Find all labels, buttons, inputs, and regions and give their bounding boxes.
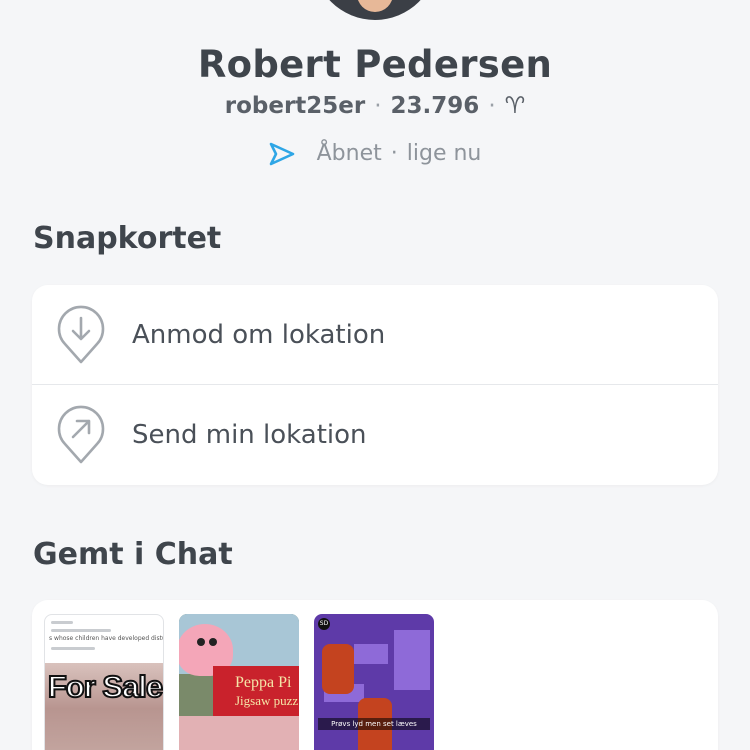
thumb-caption: For Sale (47, 668, 163, 705)
separator-dot: · (374, 93, 382, 119)
request-location-row[interactable]: Anmod om lokation (32, 285, 718, 385)
saved-thumb[interactable]: Peppa Pi Jigsaw puzz (179, 614, 299, 750)
saved-in-chat-title: Gemt i Chat (33, 537, 233, 572)
snap-score[interactable]: 23.796 (391, 93, 480, 119)
avatar[interactable] (313, 0, 437, 20)
saved-thumb[interactable]: s whose children have developed disturb … (44, 614, 164, 750)
snap-map-title: Snapkortet (33, 221, 222, 256)
username: robert25er (224, 93, 366, 119)
separator-dot: · (488, 93, 496, 119)
thumb-text-line: s whose children have developed disturb (49, 635, 163, 642)
profile-name: Robert Pedersen (197, 43, 553, 86)
zodiac-icon[interactable]: ♈ (505, 93, 526, 119)
saved-thumb[interactable]: SD Prøvs lyd men set læves (314, 614, 434, 750)
thumb-caption: Peppa Pi Jigsaw puzz (213, 666, 299, 716)
saved-in-chat-card: s whose children have developed disturb … (32, 600, 718, 750)
send-location-row[interactable]: Send min lokation (32, 385, 718, 485)
status-action: Åbnet (316, 141, 382, 166)
separator-dot: · (390, 141, 398, 166)
send-arrow-icon (269, 142, 294, 165)
thumb-caption: Prøvs lyd men set læves (318, 718, 430, 730)
status-time: lige nu (406, 141, 482, 166)
thumb-badge: SD (318, 618, 330, 630)
location-request-icon (57, 305, 105, 364)
chat-status: Åbnet · lige nu (0, 141, 750, 166)
request-location-label: Anmod om lokation (132, 320, 386, 350)
profile-meta: robert25er · 23.796 · ♈ (0, 93, 750, 119)
snap-map-card: Anmod om lokation Send min lokation (32, 285, 718, 485)
send-location-label: Send min lokation (132, 420, 367, 450)
location-send-icon (57, 405, 105, 464)
